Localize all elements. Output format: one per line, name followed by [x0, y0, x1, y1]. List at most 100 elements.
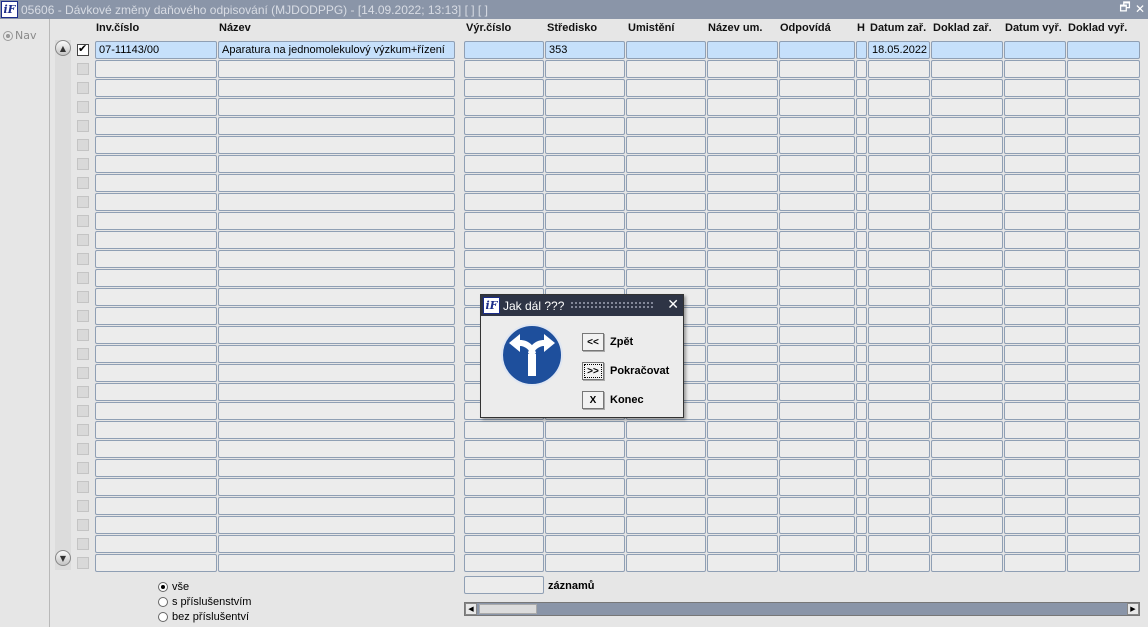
row-checkbox[interactable]: [77, 538, 89, 550]
cell-nazev[interactable]: [218, 326, 455, 344]
cell-vyr-cislo[interactable]: [464, 231, 544, 249]
col-header-stredisko[interactable]: Středisko: [547, 22, 597, 34]
scroll-down-icon[interactable]: ▼: [55, 550, 71, 566]
cell-umisteni[interactable]: [626, 535, 706, 553]
row-checkbox[interactable]: [77, 367, 89, 379]
cell-datum-vyr[interactable]: [1004, 478, 1066, 496]
cell-doklad-vyr[interactable]: [1067, 117, 1140, 135]
cell-doklad-vyr[interactable]: [1067, 421, 1140, 439]
cell-inv-cislo[interactable]: [95, 231, 217, 249]
cell-doklad-vyr[interactable]: [1067, 193, 1140, 211]
cell-nazev[interactable]: [218, 212, 455, 230]
cell-h[interactable]: [856, 554, 867, 572]
cell-nazev[interactable]: [218, 516, 455, 534]
cell-vyr-cislo[interactable]: [464, 212, 544, 230]
back-button[interactable]: <<: [582, 333, 604, 351]
cell-datum-zar[interactable]: [868, 117, 930, 135]
cell-nazev[interactable]: [218, 440, 455, 458]
cell-datum-zar[interactable]: [868, 459, 930, 477]
cell-odpovida[interactable]: [779, 478, 855, 496]
cell-h[interactable]: [856, 98, 867, 116]
cell-umisteni[interactable]: [626, 79, 706, 97]
cell-doklad-vyr[interactable]: [1067, 554, 1140, 572]
cell-doklad-zar[interactable]: [931, 174, 1003, 192]
cell-umisteni[interactable]: [626, 117, 706, 135]
cell-nazev[interactable]: [218, 402, 455, 420]
row-checkbox[interactable]: [77, 234, 89, 246]
cell-nazev-um[interactable]: [707, 269, 778, 287]
cell-inv-cislo[interactable]: [95, 269, 217, 287]
cell-nazev-um[interactable]: [707, 60, 778, 78]
cell-datum-vyr[interactable]: [1004, 402, 1066, 420]
cell-vyr-cislo[interactable]: [464, 269, 544, 287]
cell-doklad-vyr[interactable]: [1067, 269, 1140, 287]
nav-item[interactable]: Nav: [3, 29, 36, 42]
cell-doklad-zar[interactable]: [931, 307, 1003, 325]
cell-doklad-vyr[interactable]: [1067, 478, 1140, 496]
cell-inv-cislo[interactable]: [95, 193, 217, 211]
col-header-doklad-zar[interactable]: Doklad zař.: [933, 22, 992, 34]
cell-inv-cislo[interactable]: [95, 326, 217, 344]
cell-datum-zar[interactable]: [868, 535, 930, 553]
cell-nazev-um[interactable]: [707, 383, 778, 401]
row-checkbox[interactable]: [77, 291, 89, 303]
row-checkbox[interactable]: [77, 196, 89, 208]
row-checkbox[interactable]: [77, 120, 89, 132]
row-checkbox[interactable]: [77, 177, 89, 189]
cell-stredisko[interactable]: [545, 250, 625, 268]
cell-datum-zar[interactable]: [868, 269, 930, 287]
cell-vyr-cislo[interactable]: [464, 41, 544, 59]
cell-doklad-vyr[interactable]: [1067, 60, 1140, 78]
cell-datum-vyr[interactable]: [1004, 307, 1066, 325]
cell-datum-zar[interactable]: [868, 174, 930, 192]
cell-umisteni[interactable]: [626, 516, 706, 534]
scroll-thumb[interactable]: [479, 604, 537, 614]
cell-nazev-um[interactable]: [707, 136, 778, 154]
cell-datum-vyr[interactable]: [1004, 250, 1066, 268]
cell-doklad-vyr[interactable]: [1067, 155, 1140, 173]
cell-stredisko[interactable]: [545, 459, 625, 477]
col-header-doklad-vyr[interactable]: Doklad vyř.: [1068, 22, 1127, 34]
cell-inv-cislo[interactable]: 07-11143/00: [95, 41, 217, 59]
cell-nazev-um[interactable]: [707, 212, 778, 230]
cell-odpovida[interactable]: [779, 421, 855, 439]
cell-datum-zar[interactable]: [868, 288, 930, 306]
cell-odpovida[interactable]: [779, 440, 855, 458]
cell-datum-vyr[interactable]: [1004, 174, 1066, 192]
row-checkbox[interactable]: [77, 215, 89, 227]
cell-vyr-cislo[interactable]: [464, 250, 544, 268]
filter-option-with-accessories[interactable]: s příslušenstvím: [158, 596, 251, 608]
cell-h[interactable]: [856, 117, 867, 135]
col-header-vyr-cislo[interactable]: Výr.číslo: [466, 22, 511, 34]
cell-datum-zar[interactable]: [868, 193, 930, 211]
cell-datum-vyr[interactable]: [1004, 288, 1066, 306]
cell-odpovida[interactable]: [779, 212, 855, 230]
cell-h[interactable]: [856, 269, 867, 287]
row-checkbox[interactable]: [77, 272, 89, 284]
cell-datum-zar[interactable]: [868, 231, 930, 249]
cell-doklad-vyr[interactable]: [1067, 307, 1140, 325]
cell-vyr-cislo[interactable]: [464, 117, 544, 135]
cell-datum-vyr[interactable]: [1004, 383, 1066, 401]
cell-umisteni[interactable]: [626, 554, 706, 572]
cell-odpovida[interactable]: [779, 535, 855, 553]
cell-h[interactable]: [856, 478, 867, 496]
cell-inv-cislo[interactable]: [95, 459, 217, 477]
cell-odpovida[interactable]: [779, 516, 855, 534]
cell-datum-zar[interactable]: [868, 326, 930, 344]
cell-nazev-um[interactable]: [707, 174, 778, 192]
cell-odpovida[interactable]: [779, 383, 855, 401]
cell-doklad-zar[interactable]: [931, 60, 1003, 78]
cell-doklad-zar[interactable]: [931, 269, 1003, 287]
cell-nazev-um[interactable]: [707, 288, 778, 306]
end-button[interactable]: X: [582, 391, 604, 409]
cell-datum-zar[interactable]: [868, 516, 930, 534]
cell-odpovida[interactable]: [779, 402, 855, 420]
cell-doklad-zar[interactable]: [931, 136, 1003, 154]
cell-odpovida[interactable]: [779, 269, 855, 287]
cell-odpovida[interactable]: [779, 155, 855, 173]
cell-inv-cislo[interactable]: [95, 345, 217, 363]
cell-vyr-cislo[interactable]: [464, 60, 544, 78]
cell-h[interactable]: [856, 193, 867, 211]
cell-odpovida[interactable]: [779, 174, 855, 192]
